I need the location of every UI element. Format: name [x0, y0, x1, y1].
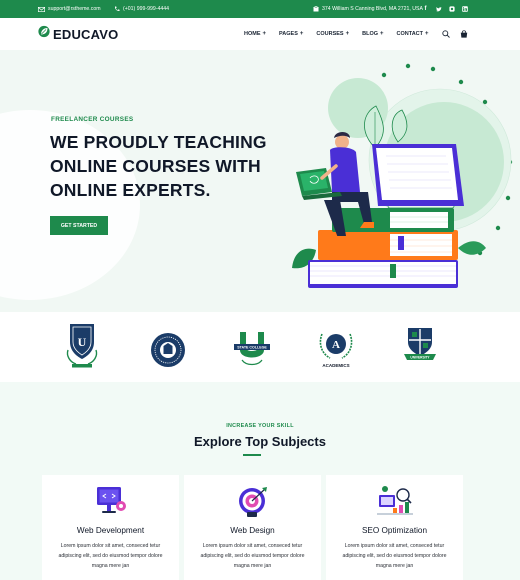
card-description: Lorem ipsum dolor sit amet, conseced tet…	[200, 543, 305, 569]
subject-card-web-development[interactable]: Web Development Lorem ipsum dolor sit am…	[42, 475, 179, 580]
main-menu: HOME + PAGES + COURSES + BLOG + CONTACT +	[244, 18, 429, 50]
plus-icon: +	[425, 31, 429, 37]
hero-title: WE PROUDLY TEACHING ONLINE COURSES WITH …	[50, 130, 290, 202]
university-crest-logo: UNIVERSITY	[404, 328, 436, 360]
plus-icon: +	[262, 31, 267, 37]
email-text: support@rstheme.com	[48, 6, 101, 12]
academics-logo: A ACADEMICS	[319, 333, 353, 368]
main-navbar: EDUCAVO HOME + PAGES + COURSES + BLOG + CONT…	[0, 18, 520, 50]
menu-pages[interactable]: PAGES +	[279, 31, 303, 37]
logo-leaf-icon	[38, 25, 50, 43]
address-text: 374 William S Canning Blvd, MA 2721, USA	[322, 6, 423, 12]
phone-text: (+01) 999-999-4444	[123, 6, 170, 12]
cart-icon[interactable]	[460, 25, 468, 43]
hero-kicker: FREELANCER COURSES	[51, 116, 134, 123]
menu-label: HOME	[244, 31, 261, 37]
menu-contact[interactable]: CONTACT +	[397, 31, 429, 37]
state-college-logo: STATE COLLEGE	[234, 332, 270, 366]
subject-card-seo-optimization[interactable]: SEO Optimization Lorem ipsum dolor sit a…	[326, 475, 463, 580]
get-started-button[interactable]: GET STARTED	[50, 216, 108, 235]
menu-label: CONTACT	[396, 31, 423, 37]
phone-contact[interactable]: (+01) 999-999-4444	[113, 0, 169, 18]
hero-section: FREELANCER COURSES WE PROUDLY TEACHING O…	[0, 50, 520, 312]
svg-text:A: A	[332, 339, 340, 351]
site-logo[interactable]: EDUCAVO	[38, 25, 118, 43]
plus-icon: +	[299, 31, 304, 37]
menu-label: COURSES	[316, 31, 344, 37]
badge-label: ACADEMICS	[322, 363, 349, 368]
partner-logos: U STATE COLLEGE A ACADEMICS UNIVERSITY	[0, 312, 520, 382]
mail-icon	[38, 6, 45, 13]
menu-home[interactable]: HOME +	[244, 31, 266, 37]
logo-text: EDUCAVO	[53, 26, 119, 42]
phone-icon	[113, 6, 120, 13]
menu-label: PAGES	[279, 31, 298, 37]
plus-icon: +	[345, 31, 350, 37]
card-title: SEO Optimization	[361, 526, 428, 535]
badge-label: UNIVERSITY	[410, 356, 430, 360]
linkedin-icon[interactable]	[461, 6, 468, 13]
nav-actions	[442, 18, 468, 50]
university-seal-logo	[151, 333, 185, 367]
facebook-icon[interactable]: f	[422, 6, 429, 13]
web-design-icon	[238, 487, 267, 517]
menu-label: BLOG	[362, 31, 378, 37]
location-icon	[312, 6, 319, 13]
twitter-icon[interactable]	[435, 6, 442, 13]
badge-label: STATE COLLEGE	[237, 346, 267, 350]
title-underline	[243, 454, 261, 456]
university-shield-logo: U	[66, 324, 98, 368]
social-links: f	[422, 0, 468, 18]
top-bar: support@rstheme.com (+01) 999-999-4444 3…	[0, 0, 520, 18]
badge-letter: U	[78, 335, 87, 349]
hero-title-line: ONLINE COURSES WITH	[50, 156, 261, 176]
search-icon[interactable]	[442, 25, 450, 43]
email-contact[interactable]: support@rstheme.com	[38, 0, 101, 18]
subject-card-web-design[interactable]: Web Design Lorem ipsum dolor sit amet, c…	[184, 475, 321, 580]
subjects-section: INCREASE YOUR SKILL Explore Top Subjects…	[0, 382, 520, 580]
hero-title-line: ONLINE EXPERTS.	[50, 180, 211, 200]
seo-optimization-icon	[376, 486, 413, 515]
card-description: Lorem ipsum dolor sit amet, conseced tet…	[58, 543, 163, 569]
web-development-icon	[96, 487, 126, 513]
section-kicker: INCREASE YOUR SKILL	[226, 423, 294, 429]
instagram-icon[interactable]	[448, 6, 455, 13]
hero-title-line: WE PROUDLY TEACHING	[50, 132, 267, 152]
address-contact: 374 William S Canning Blvd, MA 2721, USA	[312, 0, 423, 18]
card-title: Web Development	[76, 526, 145, 535]
card-title: Web Design	[230, 526, 275, 535]
plus-icon: +	[380, 31, 384, 37]
section-title: Explore Top Subjects	[194, 434, 326, 449]
menu-courses[interactable]: COURSES +	[316, 31, 349, 37]
card-description: Lorem ipsum dolor sit amet, conseced tet…	[342, 543, 447, 569]
hero-illustration	[292, 63, 513, 288]
menu-blog[interactable]: BLOG +	[362, 31, 383, 37]
